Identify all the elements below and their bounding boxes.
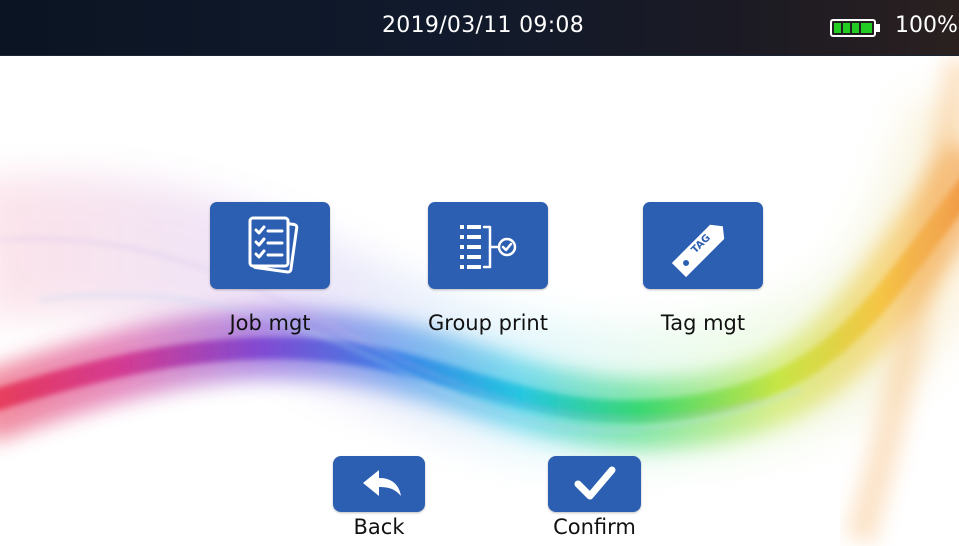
- back-arrow-icon: [363, 470, 401, 496]
- job-list-icon: [248, 216, 299, 274]
- confirm-label: Confirm: [553, 515, 636, 539]
- confirm-button[interactable]: [548, 456, 641, 512]
- tag-mgt-button[interactable]: TAG: [643, 202, 763, 289]
- battery-percent: 100%: [895, 13, 958, 38]
- group-print-label: Group print: [428, 311, 548, 335]
- group-print-button[interactable]: [428, 202, 548, 289]
- tag-mgt-label: Tag mgt: [660, 311, 746, 335]
- back-label: Back: [353, 515, 405, 539]
- back-button[interactable]: [333, 456, 425, 512]
- job-mgt-button[interactable]: [210, 202, 330, 289]
- status-bar: 2019/03/11 09:08 100%: [0, 0, 959, 56]
- checkmark-icon: [574, 466, 616, 500]
- job-mgt-label: Job mgt: [229, 311, 311, 335]
- datetime: 2019/03/11 09:08: [382, 13, 584, 38]
- battery-full-icon: [830, 19, 882, 37]
- group-print-icon: [460, 225, 517, 269]
- tag-icon: TAG: [671, 224, 725, 278]
- app-screen: 2019/03/11 09:08 100% Job mgt Group prin…: [0, 0, 959, 546]
